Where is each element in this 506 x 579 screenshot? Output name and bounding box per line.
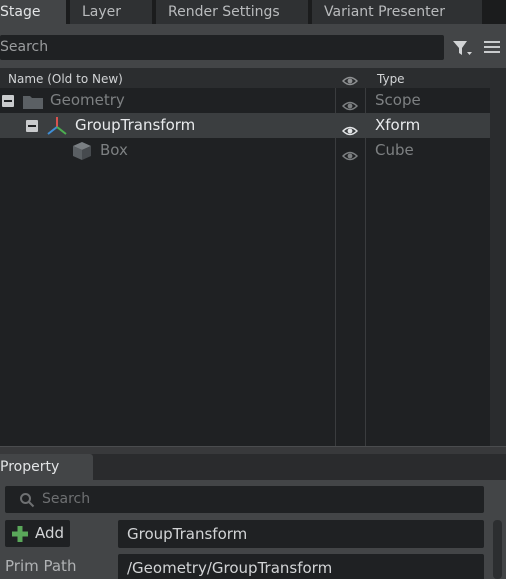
add-button-label: Add (35, 524, 65, 542)
tree-header: Name (Old to New) Type (0, 68, 490, 88)
tree-row-label: GroupTransform (75, 116, 196, 134)
tree-row-type: Xform (375, 116, 421, 134)
plus-icon (11, 525, 29, 543)
search-icon (19, 491, 35, 518)
tree-row-grouptransform[interactable]: GroupTransform Xform (0, 113, 490, 138)
tree-row-type: Cube (375, 141, 414, 159)
stage-search-input[interactable]: Search (0, 35, 444, 60)
collapse-toggle-icon[interactable] (2, 95, 14, 107)
column-header-type[interactable]: Type (377, 68, 405, 90)
tree-row-label: Geometry (50, 91, 125, 109)
visibility-eye-icon[interactable] (341, 145, 359, 170)
tree-scrollbar[interactable] (490, 68, 506, 446)
hamburger-menu-icon[interactable] (484, 41, 500, 55)
tab-variant-presenter[interactable]: Variant Presenter (312, 0, 482, 24)
property-scrollbar[interactable] (493, 520, 502, 579)
tab-layer[interactable]: Layer (70, 0, 152, 24)
prim-path-label: Prim Path (5, 557, 77, 575)
tree-row-label: Box (100, 141, 128, 159)
add-property-button[interactable]: Add (5, 520, 70, 547)
filter-icon[interactable] (452, 40, 474, 58)
prim-path-field[interactable]: /Geometry/GroupTransform (118, 554, 484, 579)
property-search-input[interactable]: Search (5, 486, 484, 513)
tab-property[interactable]: Property (0, 454, 93, 480)
stage-tree: Name (Old to New) Type Geometry Scope Gr… (0, 68, 506, 446)
panel-splitter[interactable] (0, 446, 506, 454)
property-search-placeholder: Search (42, 491, 91, 507)
tree-row-geometry[interactable]: Geometry Scope (0, 88, 490, 113)
prim-name-field[interactable]: GroupTransform (118, 520, 484, 548)
tree-row-box[interactable]: Box Cube (0, 138, 490, 163)
tree-row-type: Scope (375, 91, 421, 109)
tab-render-settings[interactable]: Render Settings (156, 0, 308, 24)
column-header-name[interactable]: Name (Old to New) (8, 68, 123, 90)
cube-icon (72, 141, 92, 169)
property-tab-bar: Property (0, 454, 506, 480)
collapse-toggle-icon[interactable] (26, 120, 38, 132)
tab-stage[interactable]: Stage (0, 0, 66, 24)
stage-toolbar: Search (0, 24, 506, 68)
panel-tab-bar: Stage Layer Render Settings Variant Pres… (0, 0, 506, 24)
property-panel: Search Add GroupTransform Prim Path /Geo… (0, 480, 506, 579)
